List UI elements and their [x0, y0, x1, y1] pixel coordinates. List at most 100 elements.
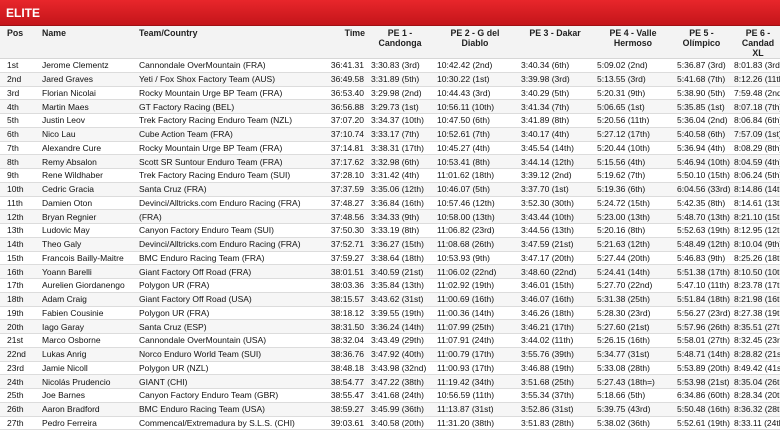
cell-pe5: 5:56.27 (23rd) [673, 306, 730, 321]
cell-pe1: 3:38.64 (18th) [367, 251, 433, 266]
col-header-pe1[interactable]: PE 1 - Candonga [367, 26, 433, 59]
cell-time: 37:07.20 [310, 113, 367, 128]
cell-pos: 23rd [0, 361, 40, 376]
cell-team: GIANT (CHI) [137, 374, 310, 389]
cell-pe5: 5:58.01 (27th) [673, 333, 730, 348]
cell-team: Yeti / Fox Shox Factory Team (AUS) [137, 72, 310, 87]
cell-pos: 22nd [0, 347, 40, 362]
cell-pe4: 5:27.12 (17th) [593, 127, 673, 142]
cell-name: Jerome Clementz [40, 58, 137, 73]
cell-time: 38:55.47 [310, 388, 367, 403]
cell-time: 36:56.88 [310, 99, 367, 114]
cell-pe4: 5:31.38 (25th) [593, 292, 673, 307]
cell-pos: 26th [0, 402, 40, 417]
table-row: 13th Ludovic May Canyon Factory Enduro Tea… [0, 223, 780, 238]
results-table-container[interactable]: Pos Name Team/Country Time PE 1 - Candong… [0, 26, 780, 433]
cell-pe3: 3:37.70 (1st) [517, 182, 593, 197]
col-header-time[interactable]: Time [310, 26, 367, 59]
cell-pe6: 7:59.48 (2nd) [730, 86, 780, 101]
cell-time: 38:03.36 [310, 278, 367, 293]
table-row: 2nd Jared Graves Yeti / Fox Shox Factory T… [0, 72, 780, 87]
cell-pos: 19th [0, 306, 40, 321]
cell-team: Giant Factory Off Road (USA) [137, 292, 310, 307]
cell-pe6: 8:28.34 (20th) [730, 388, 780, 403]
cell-pe2: 10:42.42 (2nd) [433, 58, 517, 73]
col-header-pos[interactable]: Pos [0, 26, 40, 59]
cell-team: Devinci/Alltricks.com Enduro Racing (FRA… [137, 237, 310, 252]
cell-pe3: 3:47.59 (21st) [517, 237, 593, 252]
cell-name: Lukas Anrig [40, 347, 137, 362]
cell-pe2: 10:30.22 (1st) [433, 72, 517, 87]
cell-pe6: 8:36.32 (28th) [730, 402, 780, 417]
cell-time: 38:48.18 [310, 361, 367, 376]
cell-pe5: 5:42.35 (8th) [673, 196, 730, 211]
cell-pe6: 8:12.26 (11th) [730, 72, 780, 87]
cell-pos: 4th [0, 99, 40, 114]
cell-pos: 7th [0, 141, 40, 156]
cell-pe3: 3:46.01 (15th) [517, 278, 593, 293]
cell-pe1: 3:36.84 (16th) [367, 196, 433, 211]
cell-pos: 21st [0, 333, 40, 348]
cell-pos: 2nd [0, 72, 40, 87]
cell-pos: 27th [0, 416, 40, 431]
cell-pe6: 8:06.24 (5th) [730, 168, 780, 183]
table-row: 6th Nico Lau Cube Action Team (FRA) 37:10.7… [0, 127, 780, 142]
cell-pe5: 5:35.85 (1st) [673, 99, 730, 114]
table-row: 15th Francois Bailly-Maitre BMC Enduro Rac… [0, 251, 780, 266]
cell-pe2: 10:56.59 (11th) [433, 388, 517, 403]
col-header-pe6[interactable]: PE 6 - Candad XL [730, 26, 780, 59]
cell-pe3: 3:46.26 (18th) [517, 306, 593, 321]
cell-pe4: 5:06.65 (1st) [593, 99, 673, 114]
cell-pe6: 8:14.61 (13th) [730, 196, 780, 211]
col-header-team[interactable]: Team/Country [137, 26, 310, 59]
section-title: ELITE [6, 6, 41, 20]
cell-pe5: 5:46.83 (9th) [673, 251, 730, 266]
cell-pe6: 8:21.10 (15th) [730, 209, 780, 224]
cell-pe2: 10:56.11 (10th) [433, 99, 517, 114]
cell-pe1: 3:29.98 (2nd) [367, 86, 433, 101]
cell-pe2: 11:00.69 (16th) [433, 292, 517, 307]
cell-team: BMC Enduro Racing Team (USA) [137, 402, 310, 417]
cell-pe2: 11:02.92 (19th) [433, 278, 517, 293]
col-header-pe5[interactable]: PE 5 - Olímpico [673, 26, 730, 59]
cell-pe5: 5:41.68 (7th) [673, 72, 730, 87]
cell-pe2: 11:06.02 (22nd) [433, 264, 517, 279]
cell-pe6: 8:04.59 (4th) [730, 154, 780, 169]
cell-time: 37:59.27 [310, 251, 367, 266]
table-row: 12th Bryan Regnier (FRA) 37:48.56 3:34.33 (9… [0, 209, 780, 224]
cell-pe2: 11:31.20 (38th) [433, 416, 517, 431]
cell-pe1: 3:43.62 (31st) [367, 292, 433, 307]
cell-pos: 6th [0, 127, 40, 142]
col-header-pe3[interactable]: PE 3 - Dakar [517, 26, 593, 59]
cell-team: Trek Factory Racing Enduro Team (NZL) [137, 113, 310, 128]
cell-team: Devinci/Alltricks.com Enduro Racing (FRA… [137, 196, 310, 211]
cell-pe3: 3:40.17 (4th) [517, 127, 593, 142]
table-row: 9th Rene Wildhaber Trek Factory Racing End… [0, 168, 780, 183]
cell-pe3: 3:48.60 (22nd) [517, 264, 593, 279]
cell-team: Cannondale OverMountain (USA) [137, 333, 310, 348]
cell-pos: 1st [0, 58, 40, 73]
table-row: 26th Aaron Bradford BMC Enduro Racing Team… [0, 402, 780, 417]
cell-pe5: 5:53.89 (20th) [673, 361, 730, 376]
col-header-name[interactable]: Name [40, 26, 137, 59]
cell-pe3: 3:44.14 (12th) [517, 154, 593, 169]
cell-name: Pedro Ferreira [40, 416, 137, 431]
cell-pe1: 3:31.42 (4th) [367, 168, 433, 183]
cell-name: Marco Osborne [40, 333, 137, 348]
cell-time: 37:10.74 [310, 127, 367, 142]
cell-pe3: 3:40.34 (6th) [517, 58, 593, 73]
cell-pe6: 8:12.95 (12th) [730, 223, 780, 238]
col-header-pe4[interactable]: PE 4 - Valle Hermoso [593, 26, 673, 59]
cell-pe6: 8:35.51 (27th) [730, 319, 780, 334]
col-header-pe2[interactable]: PE 2 - G del Diablo [433, 26, 517, 59]
cell-pe4: 5:27.70 (22nd) [593, 278, 673, 293]
cell-team: Giant Factory Off Road (FRA) [137, 264, 310, 279]
cell-pe4: 5:28.30 (23rd) [593, 306, 673, 321]
cell-team: Rocky Mountain Urge BP Team (FRA) [137, 141, 310, 156]
cell-time: 37:14.81 [310, 141, 367, 156]
cell-pe6: 8:33.11 (24th) [730, 416, 780, 431]
cell-pe6: 8:14.86 (14th) [730, 182, 780, 197]
cell-name: Joe Barnes [40, 388, 137, 403]
cell-team: BMC Enduro Racing Team (FRA) [137, 251, 310, 266]
cell-pe6: 8:06.84 (6th) [730, 113, 780, 128]
